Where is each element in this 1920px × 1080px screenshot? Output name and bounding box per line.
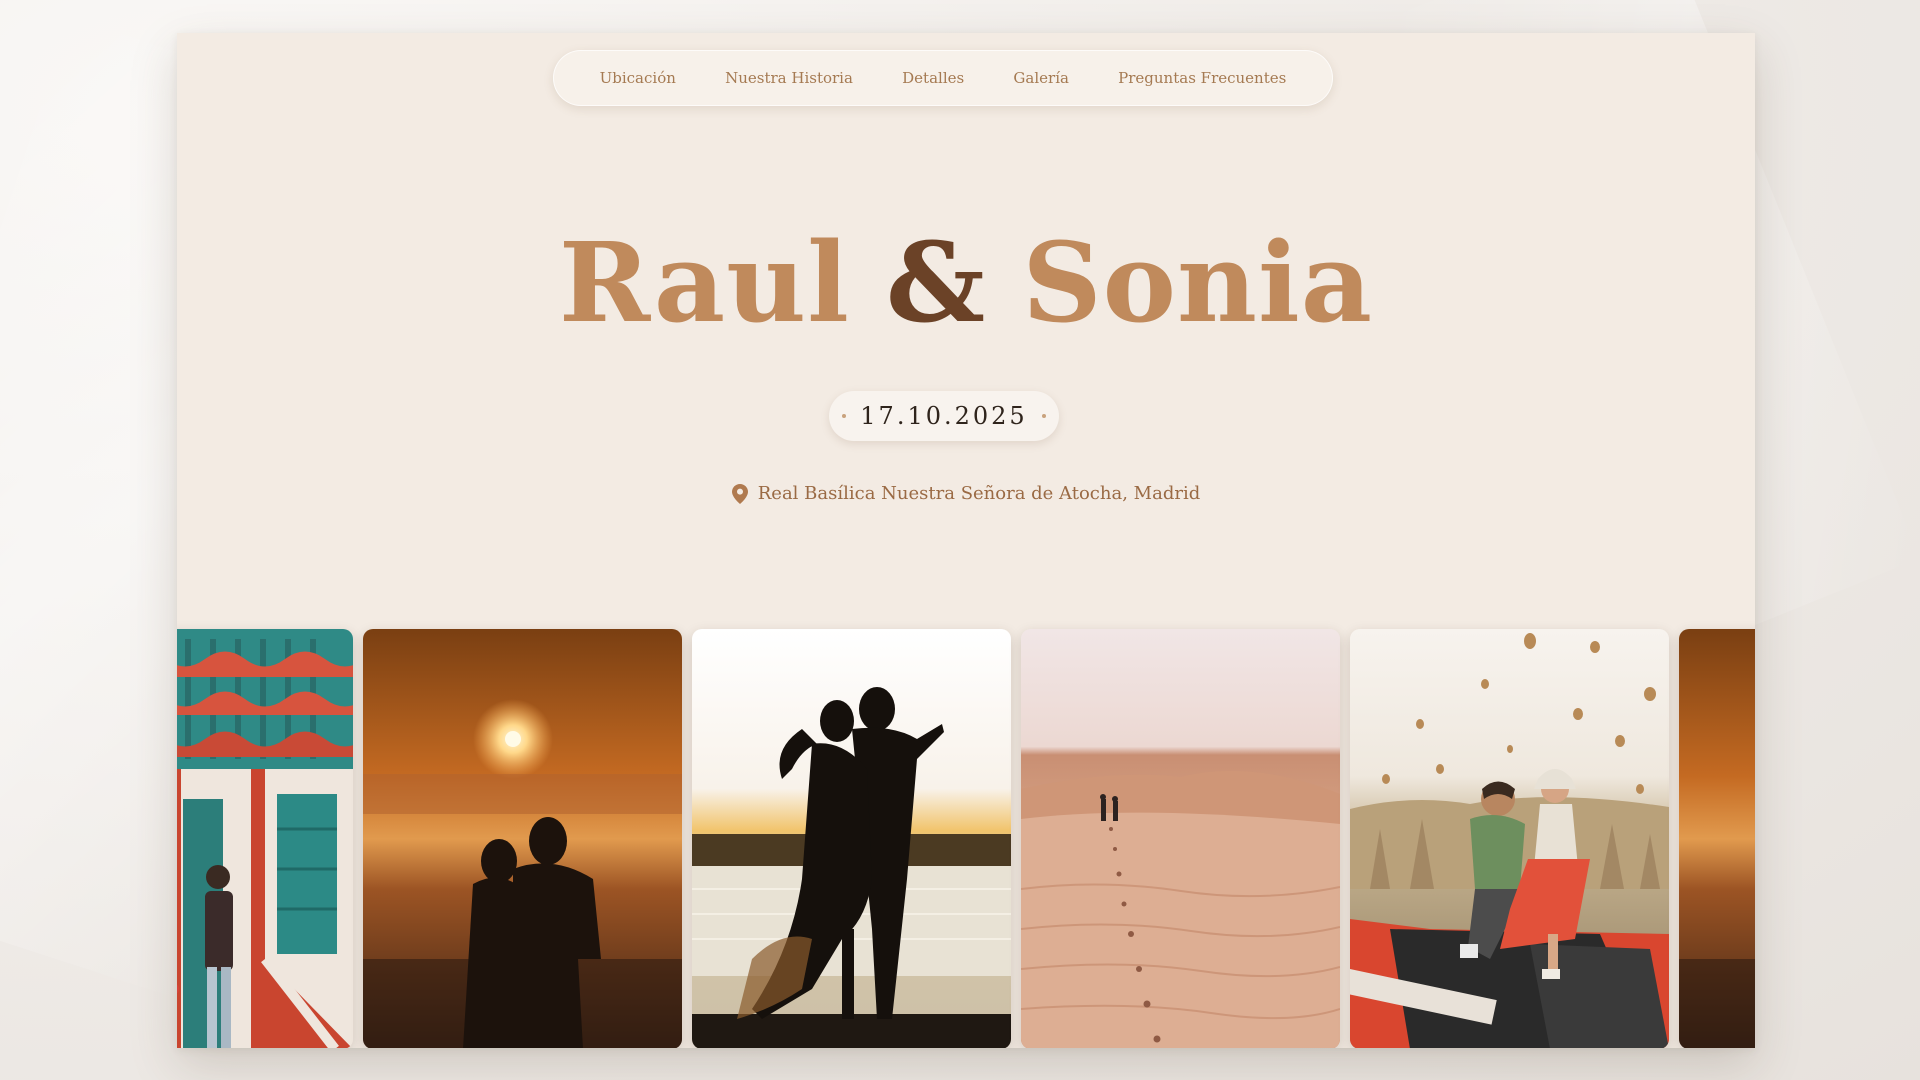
gallery-photo-colorful-house[interactable]	[177, 629, 353, 1048]
gallery-photo-convertible-balloons[interactable]	[1350, 629, 1669, 1048]
nav-item-galeria[interactable]: Galería	[1013, 69, 1069, 87]
wedding-date-badge: 17.10.2025	[829, 391, 1059, 441]
photo-couple-sunset	[363, 629, 682, 1048]
nav-item-nuestra-historia[interactable]: Nuestra Historia	[725, 69, 853, 87]
name-2: Sonia	[1022, 218, 1374, 347]
gallery-photo-sunset-silhouette[interactable]	[363, 629, 682, 1048]
date-dot-left	[842, 414, 847, 418]
photo-couple-kissing	[692, 629, 1011, 1048]
ampersand: &	[885, 218, 987, 347]
photo-gallery	[177, 629, 1755, 1048]
website-frame: Ubicación Nuestra Historia Detalles Gale…	[177, 33, 1755, 1048]
gallery-photo-desert-walk[interactable]	[1021, 629, 1340, 1048]
nav-item-preguntas-frecuentes[interactable]: Preguntas Frecuentes	[1118, 69, 1286, 87]
nav-item-detalles[interactable]: Detalles	[902, 69, 964, 87]
couple-names: Raul & Sonia	[177, 218, 1755, 347]
wedding-date: 17.10.2025	[860, 402, 1028, 430]
photo-couple-car	[1350, 629, 1669, 1048]
venue-location[interactable]: Real Basílica Nuestra Señora de Atocha, …	[177, 483, 1755, 504]
venue-address: Real Basílica Nuestra Señora de Atocha, …	[757, 483, 1201, 504]
gallery-photo-partial[interactable]	[1679, 629, 1755, 1048]
date-dot-right	[1041, 414, 1046, 418]
map-pin-icon	[731, 483, 748, 504]
nav-item-ubicacion[interactable]: Ubicación	[600, 69, 676, 87]
photo-partial-sunset	[1679, 629, 1755, 1048]
photo-couple-house	[177, 629, 353, 1048]
top-nav: Ubicación Nuestra Historia Detalles Gale…	[553, 50, 1333, 106]
name-1: Raul	[558, 218, 850, 347]
gallery-photo-kissing-lake[interactable]	[692, 629, 1011, 1048]
photo-couple-desert	[1021, 629, 1340, 1048]
